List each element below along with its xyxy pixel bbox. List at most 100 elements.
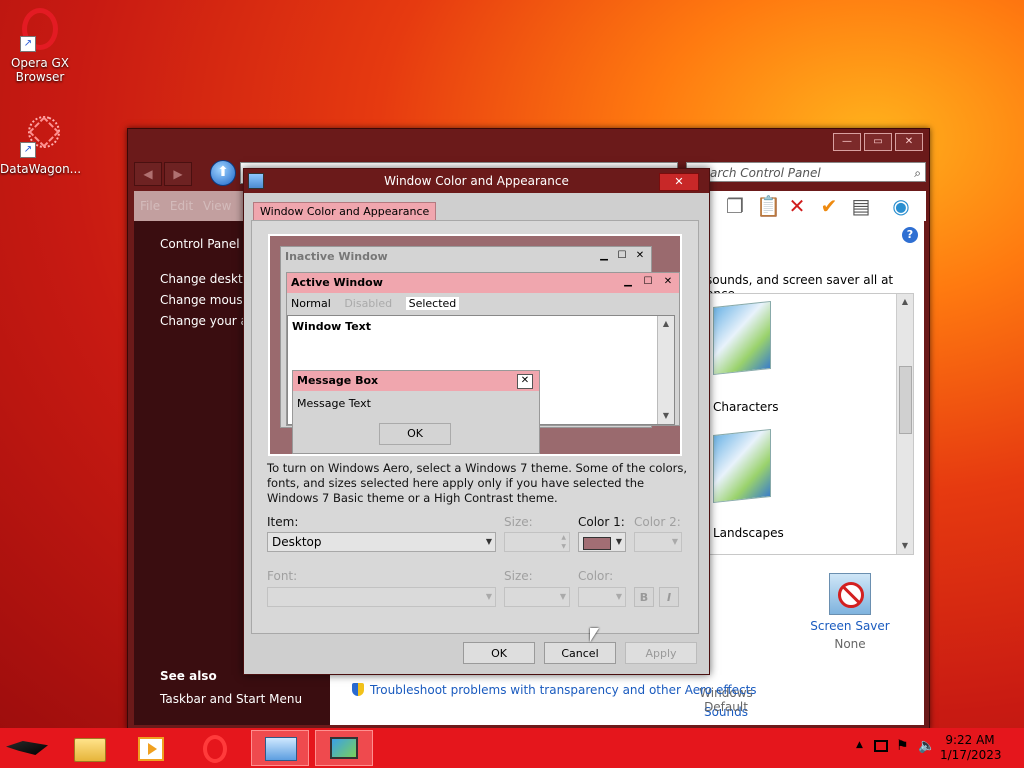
font-dropdown[interactable]: ▼ [267, 587, 496, 607]
scroll-up-arrow: ▲ [662, 319, 670, 328]
help-icon[interactable]: ? [902, 227, 918, 243]
properties-icon[interactable]: ▤ [850, 195, 872, 217]
scroll-down-arrow: ▼ [662, 411, 670, 420]
scroll-thumb[interactable] [899, 366, 912, 434]
theme-thumbnail[interactable] [713, 300, 771, 376]
back-button[interactable]: ◀ [134, 162, 162, 186]
desktop-icon-datawagon[interactable]: ↗ DataWagon... [0, 111, 82, 176]
chevron-down-icon: ▼ [615, 592, 622, 601]
color2-picker[interactable]: ▼ [634, 532, 682, 552]
start-button[interactable] [0, 730, 56, 766]
menu-file[interactable]: File [140, 199, 160, 213]
screen-saver-icon [829, 573, 871, 615]
close-button[interactable]: ✕ [895, 133, 923, 151]
font-color-label: Color: [578, 569, 614, 583]
network-icon[interactable] [874, 740, 888, 752]
globe-icon[interactable]: ◉ [890, 195, 912, 217]
spinner-arrows-icon: ▲ ▼ [561, 534, 566, 550]
display-icon [248, 173, 264, 189]
vertical-scrollbar[interactable]: ▲ ▼ [896, 294, 913, 554]
display-icon [330, 737, 358, 759]
item-dropdown[interactable]: Desktop ▼ [267, 532, 496, 552]
taskbar-media-player[interactable] [122, 730, 180, 766]
chevron-down-icon: ▼ [671, 537, 678, 546]
chevron-down-icon: ▼ [559, 592, 566, 601]
apply-button[interactable]: Apply [625, 642, 697, 664]
taskbar-control-panel[interactable] [251, 730, 309, 766]
action-center-flag-icon[interactable]: ⚑ [896, 738, 909, 754]
minimize-icon: ▁ [600, 250, 608, 261]
theme-group-label: Landscapes [713, 526, 784, 540]
clock[interactable]: 9:22 AM 1/17/2023 [940, 733, 1002, 763]
shortcut-arrow-icon: ↗ [20, 142, 36, 158]
desktop-icon-label: Opera GX Browser [10, 56, 70, 84]
opera-gx-icon [203, 735, 227, 763]
taskbar-display-settings[interactable] [315, 730, 373, 766]
size-spinner[interactable]: ▲ ▼ [504, 532, 570, 552]
up-arrow-icon[interactable]: ⬆ [210, 160, 236, 186]
theme-group-label: Characters [713, 400, 779, 414]
color2-label: Color 2: [634, 515, 681, 529]
see-also-heading: See also [160, 669, 217, 683]
preview-message-box[interactable]: Message Box ✕ Message Text OK [292, 370, 540, 454]
color1-picker[interactable]: ▼ [578, 532, 626, 552]
menu-selected: Selected [405, 297, 460, 310]
desktop-icon-label: DataWagon... [0, 162, 82, 176]
paste-icon[interactable]: 📋 [756, 195, 781, 217]
tab-window-color[interactable]: Window Color and Appearance [253, 202, 437, 222]
control-panel-icon [265, 737, 297, 761]
close-icon: ✕ [663, 276, 673, 287]
message-ok-button: OK [379, 423, 451, 445]
folder-icon [74, 738, 106, 762]
theme-thumbnail[interactable] [713, 428, 771, 504]
search-placeholder: Search Control Panel [695, 166, 821, 180]
taskbar: ▲ ⚑ 🔈 9:22 AM 1/17/2023 [0, 728, 1024, 768]
item-label: Item: [267, 515, 299, 529]
show-hidden-icons-chevron-icon[interactable]: ▲ [856, 740, 863, 750]
datawagon-icon: ↗ [16, 111, 65, 160]
volume-icon[interactable]: 🔈 [918, 738, 935, 754]
minimize-icon: ▁ [624, 276, 632, 287]
aero-info-text: To turn on Windows Aero, select a Window… [267, 461, 688, 505]
dialog-title-bar[interactable]: Window Color and Appearance ✕ [244, 169, 709, 193]
troubleshoot-link[interactable]: Troubleshoot problems with transparency … [352, 683, 757, 697]
maximize-button[interactable]: ▭ [864, 133, 892, 151]
font-color-picker[interactable]: ▼ [578, 587, 626, 607]
menu-view[interactable]: View [203, 199, 231, 213]
theme-list[interactable]: Characters Landscapes ▲ ▼ [706, 293, 914, 555]
mouse-cursor-icon [590, 628, 599, 642]
toolbar: ❐ 📋 ✕ ✔ ▤ ◉ [680, 191, 926, 221]
color1-label: Color 1: [578, 515, 625, 529]
dialog-close-button[interactable]: ✕ [659, 173, 699, 191]
scroll-up-arrow[interactable]: ▲ [897, 294, 913, 310]
font-size-dropdown[interactable]: ▼ [504, 587, 570, 607]
italic-button[interactable]: I [659, 587, 679, 607]
rog-logo-icon [6, 741, 48, 755]
close-icon: ✕ [635, 250, 645, 261]
taskbar-file-explorer[interactable] [60, 730, 118, 766]
taskbar-opera-gx[interactable] [186, 730, 244, 766]
appearance-preview[interactable]: Inactive Window ▁ ☐ ✕ Active Window ▁ ☐ … [268, 234, 682, 456]
size-label: Size: [504, 515, 533, 529]
window-text: Window Text [292, 320, 372, 333]
delete-icon[interactable]: ✕ [786, 195, 808, 217]
clock-date: 1/17/2023 [940, 748, 1002, 762]
menu-normal: Normal [291, 297, 331, 310]
cancel-button[interactable]: Cancel [544, 642, 616, 664]
screen-saver-label: Screen Saver [810, 619, 890, 633]
window-controls: — ▭ ✕ [833, 133, 923, 151]
desktop-icon-opera-gx[interactable]: ↗ Opera GX Browser [0, 6, 80, 84]
search-icon: ⌕ [914, 166, 921, 180]
check-icon[interactable]: ✔ [818, 195, 840, 217]
ok-button[interactable]: OK [463, 642, 535, 664]
menu-edit[interactable]: Edit [170, 199, 193, 213]
bold-button[interactable]: B [634, 587, 654, 607]
copy-icon[interactable]: ❐ [724, 195, 746, 217]
forward-button[interactable]: ▶ [164, 162, 192, 186]
minimize-button[interactable]: — [833, 133, 861, 151]
scroll-down-arrow[interactable]: ▼ [897, 538, 913, 554]
screen-saver-item[interactable]: Screen Saver None [800, 573, 900, 651]
search-input[interactable]: Search Control Panel ⌕ [686, 162, 926, 182]
system-tray: ▲ ⚑ 🔈 9:22 AM 1/17/2023 [844, 728, 1024, 768]
sidebar-link-taskbar[interactable]: Taskbar and Start Menu [160, 692, 302, 706]
